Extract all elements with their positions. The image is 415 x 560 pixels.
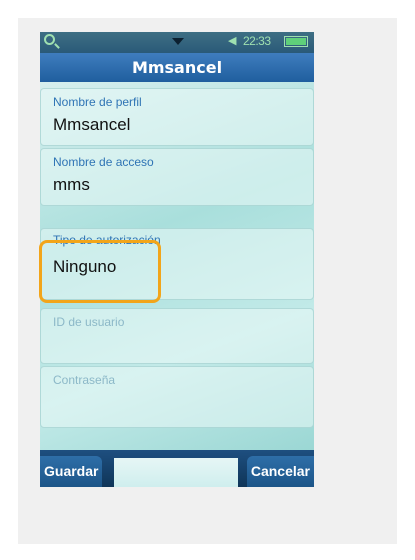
profile-name-label: Nombre de perfil [53, 95, 142, 109]
page-title: Mmsancel [40, 53, 314, 82]
password-label: Contraseña [53, 373, 116, 387]
user-id-label: ID de usuario [53, 315, 125, 329]
access-name-field[interactable]: Nombre de acceso mms [40, 148, 314, 206]
search-icon[interactable] [44, 34, 55, 45]
softkey-bar: Guardar Cancelar [40, 450, 314, 487]
profile-name-value: Mmsancel [53, 115, 131, 134]
user-id-field[interactable]: ID de usuario [40, 308, 314, 364]
status-time: 22:33 [243, 34, 271, 48]
access-name-value: mms [53, 175, 90, 194]
speaker-icon: ◀ [228, 34, 237, 47]
cancel-button[interactable]: Cancelar [246, 456, 314, 487]
dropdown-arrow-icon[interactable] [172, 38, 184, 45]
password-field[interactable]: Contraseña [40, 366, 314, 428]
softkey-bar-center [114, 458, 238, 487]
access-name-label: Nombre de acceso [53, 155, 154, 169]
profile-name-field[interactable]: Nombre de perfil Mmsancel [40, 88, 314, 146]
battery-icon [284, 36, 308, 47]
status-bar: ◀ 22:33 [40, 32, 314, 53]
save-button[interactable]: Guardar [40, 456, 103, 487]
highlight-annotation [39, 240, 161, 303]
